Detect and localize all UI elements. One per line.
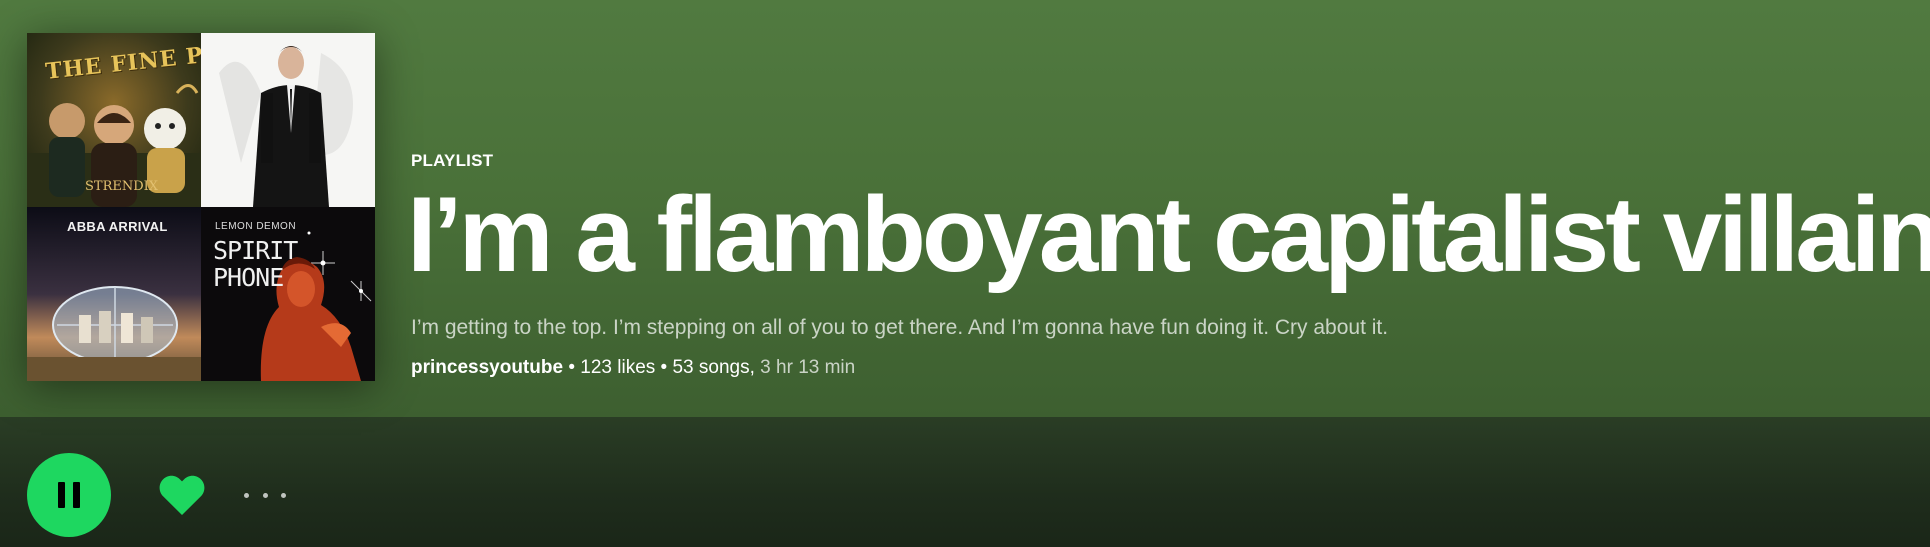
likes-count: 123 likes [580,357,656,378]
cover-tile-title: ABBA ARRIVAL [67,219,168,234]
pause-icon [58,482,80,508]
owner-link[interactable]: princessyoutube [411,357,563,378]
cover-tile-abba-arrival: ABBA ARRIVAL [27,207,201,381]
meta-separator: • [655,357,673,378]
total-duration: 3 hr 13 min [760,357,856,378]
more-options-button[interactable] [244,486,286,504]
heart-filled-icon [159,475,205,515]
songs-count: 53 songs, [672,357,755,378]
cover-tile-title: SPIRIT PHONE [213,236,298,292]
like-button[interactable] [158,472,206,518]
ellipsis-dot [281,492,286,498]
cover-tile-subtitle: STRENDIX [85,179,159,194]
playlist-cover-mosaic[interactable]: THE FINE PRINT STRENDIX ABBA ARRIVAL LEM… [27,33,375,381]
cover-tile-the-fine-print: THE FINE PRINT STRENDIX [27,33,201,207]
ellipsis-dot [262,492,268,498]
pause-button[interactable] [27,453,111,537]
playlist-page: THE FINE PRINT STRENDIX ABBA ARRIVAL LEM… [0,0,1930,547]
cover-tile-spirit-phone: LEMON DEMON SPIRIT PHONE [201,207,375,381]
playlist-type-label: PLAYLIST [411,151,494,170]
playlist-title[interactable]: I’m a flamboyant capitalist villain. [407,172,1930,297]
playlist-meta: princessyoutube • 123 likes • 53 songs, … [411,357,855,379]
action-bar [0,417,1930,547]
playlist-description: I’m getting to the top. I’m stepping on … [411,316,1389,339]
ellipsis-dot [244,492,249,498]
meta-separator: • [563,357,581,378]
cover-tile-artist: LEMON DEMON [215,221,297,232]
cover-tile-suited-man [201,33,375,207]
